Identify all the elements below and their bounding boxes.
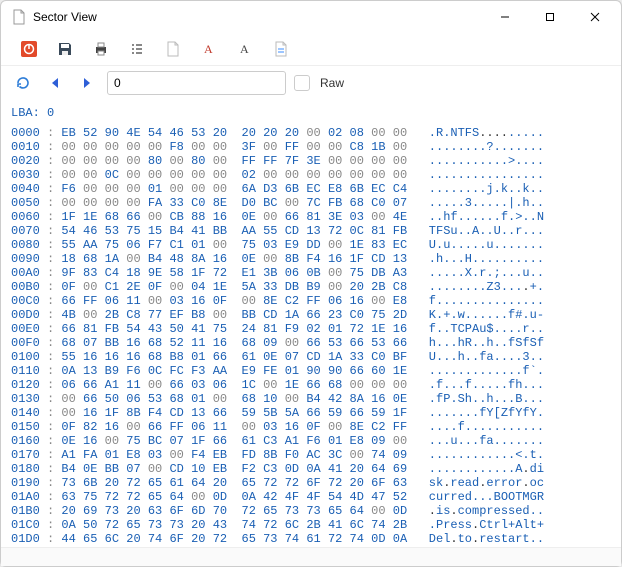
minimize-button[interactable] [482, 2, 527, 32]
hex-dump: 0000 : EB 52 90 4E 54 46 53 20 20 20 20 … [11, 126, 611, 547]
doc-button[interactable] [155, 35, 191, 63]
hex-row: 0160 : 0E 16 00 75 BC 07 1F 66 61 C3 A1 … [11, 434, 611, 448]
hex-row: 0130 : 00 66 50 06 53 68 01 00 68 10 00 … [11, 392, 611, 406]
statusbar [1, 547, 621, 566]
raw-checkbox[interactable] [294, 75, 310, 91]
hex-row: 0180 : B4 0E BB 07 00 CD 10 EB F2 C3 0D … [11, 462, 611, 476]
svg-text:A: A [204, 42, 213, 56]
hex-row: 0090 : 18 68 1A 00 B4 48 8A 16 0E 00 8B … [11, 252, 611, 266]
refresh-button[interactable] [11, 71, 35, 95]
hex-row: 00E0 : 66 81 FB 54 43 50 41 75 24 81 F9 … [11, 322, 611, 336]
hex-row: 0140 : 00 16 1F 8B F4 CD 13 66 59 5B 5A … [11, 406, 611, 420]
navbar: Raw [1, 66, 621, 100]
app-window: Sector View A A Raw LBA: 0 0000 : EB 52 … [0, 0, 622, 567]
hex-row: 01C0 : 0A 50 72 65 73 73 20 43 74 72 6C … [11, 518, 611, 532]
window-controls [482, 2, 617, 32]
app-doc-icon [11, 9, 27, 25]
print-button[interactable] [83, 35, 119, 63]
font-a-red-button[interactable]: A [191, 35, 227, 63]
hex-row: 0000 : EB 52 90 4E 54 46 53 20 20 20 20 … [11, 126, 611, 140]
hex-row: 00F0 : 68 07 BB 16 68 52 11 16 68 09 00 … [11, 336, 611, 350]
hex-row: 0050 : 00 00 00 00 FA 33 C0 8E D0 BC 00 … [11, 196, 611, 210]
hex-row: 0120 : 06 66 A1 11 00 66 03 06 1C 00 1E … [11, 378, 611, 392]
hex-row: 0060 : 1F 1E 68 66 00 CB 88 16 0E 00 66 … [11, 210, 611, 224]
power-button[interactable] [11, 35, 47, 63]
address-input[interactable] [107, 71, 286, 95]
hex-content[interactable]: LBA: 0 0000 : EB 52 90 4E 54 46 53 20 20… [1, 100, 621, 547]
hex-row: 00A0 : 9F 83 C4 18 9E 58 1F 72 E1 3B 06 … [11, 266, 611, 280]
hex-row: 0010 : 00 00 00 00 00 F8 00 00 3F 00 FF … [11, 140, 611, 154]
hex-row: 0100 : 55 16 16 16 68 B8 01 66 61 0E 07 … [11, 350, 611, 364]
hex-row: 01D0 : 44 65 6C 20 74 6F 20 72 65 73 74 … [11, 532, 611, 546]
titlebar: Sector View [1, 1, 621, 33]
toolbar: A A [1, 33, 621, 66]
hex-row: 0020 : 00 00 00 00 80 00 80 00 FF FF 7F … [11, 154, 611, 168]
hex-row: 01A0 : 63 75 72 72 65 64 00 0D 0A 42 4F … [11, 490, 611, 504]
hex-row: 00C0 : 66 FF 06 11 00 03 16 0F 00 8E C2 … [11, 294, 611, 308]
hex-row: 0110 : 0A 13 B9 F6 0C FC F3 AA E9 FE 01 … [11, 364, 611, 378]
maximize-button[interactable] [527, 2, 572, 32]
window-title: Sector View [33, 10, 482, 24]
hex-row: 0080 : 55 AA 75 06 F7 C1 01 00 75 03 E9 … [11, 238, 611, 252]
hex-row: 0170 : A1 FA 01 E8 03 00 F4 EB FD 8B F0 … [11, 448, 611, 462]
list-button[interactable] [119, 35, 155, 63]
raw-label: Raw [320, 76, 344, 90]
hex-row: 0040 : F6 00 00 00 01 00 00 00 6A D3 6B … [11, 182, 611, 196]
hex-row: 00B0 : 0F 00 C1 2E 0F 00 04 1E 5A 33 DB … [11, 280, 611, 294]
doc2-button[interactable] [263, 35, 299, 63]
save-button[interactable] [47, 35, 83, 63]
hex-row: 0190 : 73 6B 20 72 65 61 64 20 65 72 72 … [11, 476, 611, 490]
hex-row: 0150 : 0F 82 16 00 66 FF 06 11 00 03 16 … [11, 420, 611, 434]
svg-text:A: A [240, 42, 249, 56]
hex-row: 01B0 : 20 69 73 20 63 6F 6D 70 72 65 73 … [11, 504, 611, 518]
hex-row: 00D0 : 4B 00 2B C8 77 EF B8 00 BB CD 1A … [11, 308, 611, 322]
close-button[interactable] [572, 2, 617, 32]
lba-label: LBA: 0 [11, 106, 611, 120]
prev-button[interactable] [43, 71, 67, 95]
hex-row: 0070 : 54 46 53 75 15 B4 41 BB AA 55 CD … [11, 224, 611, 238]
font-a-button[interactable]: A [227, 35, 263, 63]
next-button[interactable] [75, 71, 99, 95]
hex-row: 0030 : 00 00 0C 00 00 00 00 00 02 00 00 … [11, 168, 611, 182]
